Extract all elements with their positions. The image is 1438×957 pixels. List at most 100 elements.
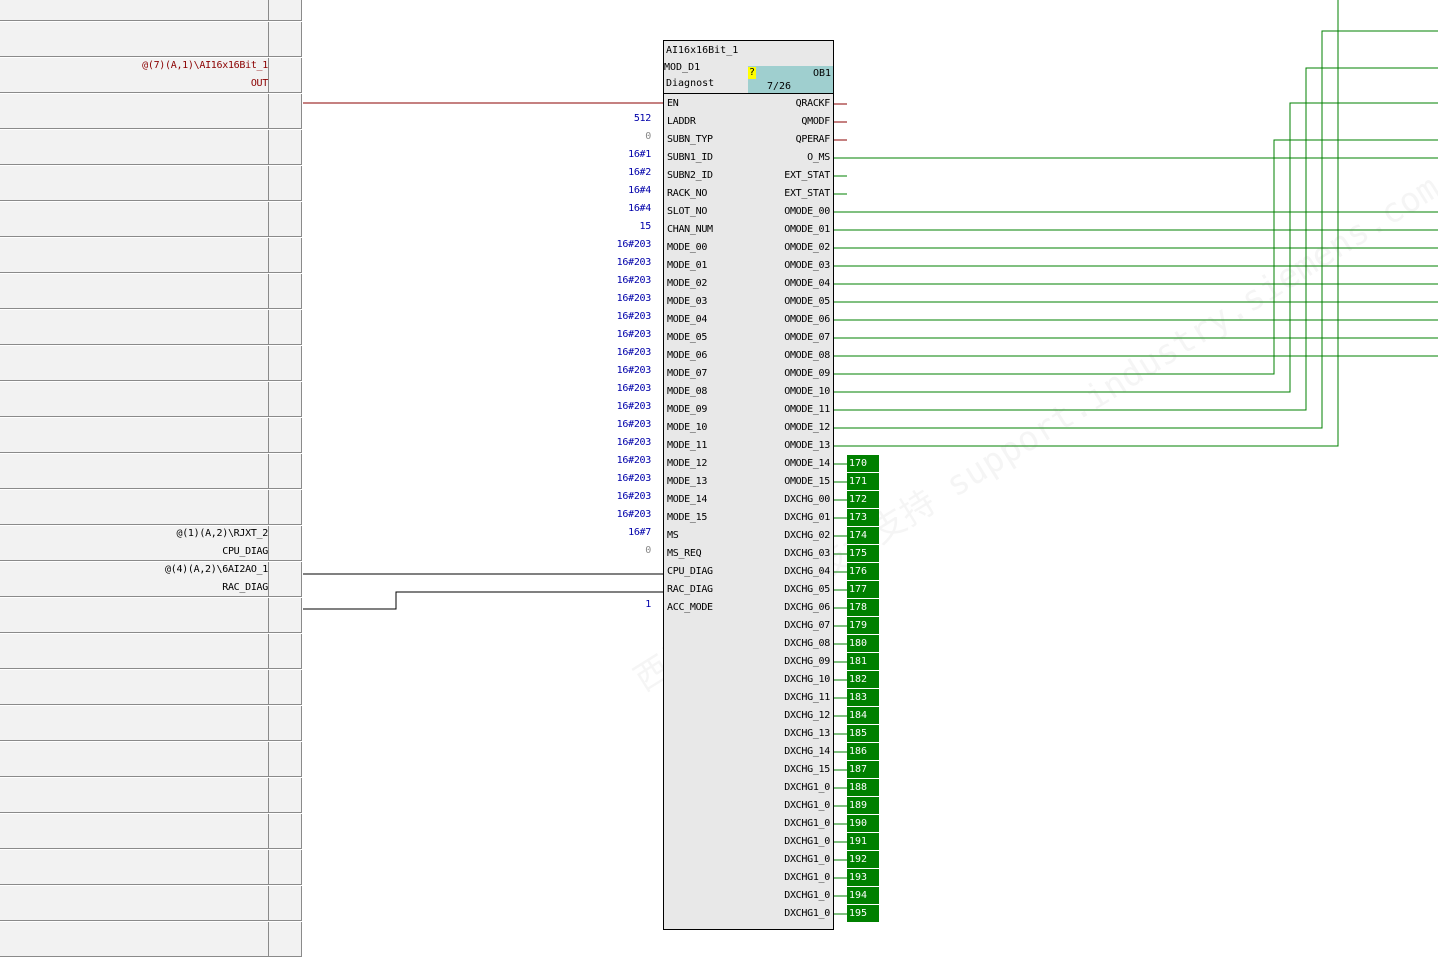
- input-value[interactable]: 1: [531, 599, 651, 610]
- input-value[interactable]: 512: [531, 113, 651, 124]
- input-pin-mode_00[interactable]: MODE_00: [667, 242, 707, 253]
- input-value[interactable]: 16#4: [531, 203, 651, 214]
- input-pin-ms[interactable]: MS: [667, 530, 679, 541]
- output-reference-box[interactable]: 184: [847, 707, 879, 724]
- input-pin-mode_11[interactable]: MODE_11: [667, 440, 707, 451]
- input-pin-mode_05[interactable]: MODE_05: [667, 332, 707, 343]
- input-value[interactable]: 16#203: [531, 365, 652, 376]
- output-pin-omode_08[interactable]: OMODE_08: [784, 350, 830, 361]
- output-pin-dxchg1_0[interactable]: DXCHG1_0: [784, 890, 830, 901]
- input-value[interactable]: 16#203: [531, 347, 652, 358]
- input-pin-en[interactable]: EN: [667, 98, 679, 109]
- output-reference-box[interactable]: 193: [847, 869, 879, 886]
- input-pin-cpu_diag[interactable]: CPU_DIAG: [667, 566, 713, 577]
- output-pin-dxchg_12[interactable]: DXCHG_12: [784, 710, 830, 721]
- input-value[interactable]: 16#203: [531, 293, 652, 304]
- output-pin-dxchg1_0[interactable]: DXCHG1_0: [784, 818, 830, 829]
- output-pin-omode_00[interactable]: OMODE_00: [784, 206, 830, 217]
- input-value[interactable]: 16#203: [531, 509, 652, 520]
- output-pin-dxchg_00[interactable]: DXCHG_00: [784, 494, 830, 505]
- output-pin-dxchg_13[interactable]: DXCHG_13: [784, 728, 830, 739]
- output-pin-dxchg_11[interactable]: DXCHG_11: [784, 692, 830, 703]
- input-pin-mode_04[interactable]: MODE_04: [667, 314, 707, 325]
- output-pin-omode_01[interactable]: OMODE_01: [784, 224, 830, 235]
- output-pin-dxchg_07[interactable]: DXCHG_07: [784, 620, 830, 631]
- output-reference-box[interactable]: 170: [847, 455, 879, 472]
- output-pin-dxchg_10[interactable]: DXCHG_10: [784, 674, 830, 685]
- output-reference-box[interactable]: 171: [847, 473, 879, 490]
- input-pin-mode_08[interactable]: MODE_08: [667, 386, 707, 397]
- input-value[interactable]: 16#203: [531, 437, 652, 448]
- input-value[interactable]: 0: [531, 545, 651, 556]
- output-reference-box[interactable]: 188: [847, 779, 879, 796]
- input-pin-chan_num[interactable]: CHAN_NUM: [667, 224, 713, 235]
- output-reference-box[interactable]: 189: [847, 797, 879, 814]
- input-pin-laddr[interactable]: LADDR: [667, 116, 696, 127]
- output-reference-box[interactable]: 183: [847, 689, 879, 706]
- output-pin-dxchg1_0[interactable]: DXCHG1_0: [784, 872, 830, 883]
- input-pin-mode_09[interactable]: MODE_09: [667, 404, 707, 415]
- input-value[interactable]: 16#203: [531, 275, 652, 286]
- output-reference-box[interactable]: 181: [847, 653, 879, 670]
- output-reference-box[interactable]: 173: [847, 509, 879, 526]
- output-pin-ext_stat[interactable]: EXT_STAT: [784, 188, 830, 199]
- input-pin-mode_13[interactable]: MODE_13: [667, 476, 707, 487]
- output-reference-box[interactable]: 190: [847, 815, 879, 832]
- output-pin-omode_11[interactable]: OMODE_11: [784, 404, 830, 415]
- output-reference-box[interactable]: 179: [847, 617, 879, 634]
- input-value[interactable]: 16#203: [531, 455, 652, 466]
- margin-row[interactable]: [0, 922, 302, 957]
- function-block[interactable]: AI16x16Bit_1 MOD_D1 Diagnost ? OB1 7/26 …: [663, 40, 834, 930]
- output-pin-dxchg1_0[interactable]: DXCHG1_0: [784, 836, 830, 847]
- output-pin-dxchg_15[interactable]: DXCHG_15: [784, 764, 830, 775]
- output-reference-box[interactable]: 191: [847, 833, 879, 850]
- input-pin-acc_mode[interactable]: ACC_MODE: [667, 602, 713, 613]
- input-value[interactable]: 16#203: [531, 257, 652, 268]
- output-pin-dxchg_01[interactable]: DXCHG_01: [784, 512, 830, 523]
- output-pin-omode_12[interactable]: OMODE_12: [784, 422, 830, 433]
- input-value[interactable]: 16#203: [531, 239, 652, 250]
- output-pin-omode_06[interactable]: OMODE_06: [784, 314, 830, 325]
- output-reference-box[interactable]: 175: [847, 545, 879, 562]
- output-pin-o_ms[interactable]: O_MS: [807, 152, 830, 163]
- output-pin-qrackf[interactable]: QRACKF: [796, 98, 831, 109]
- output-pin-omode_04[interactable]: OMODE_04: [784, 278, 830, 289]
- input-pin-mode_02[interactable]: MODE_02: [667, 278, 707, 289]
- output-pin-dxchg_02[interactable]: DXCHG_02: [784, 530, 830, 541]
- output-pin-ext_stat[interactable]: EXT_STAT: [784, 170, 830, 181]
- output-reference-box[interactable]: 176: [847, 563, 879, 580]
- output-pin-dxchg_05[interactable]: DXCHG_05: [784, 584, 830, 595]
- output-pin-dxchg_14[interactable]: DXCHG_14: [784, 746, 830, 757]
- output-pin-dxchg1_0[interactable]: DXCHG1_0: [784, 800, 830, 811]
- output-pin-omode_03[interactable]: OMODE_03: [784, 260, 830, 271]
- input-pin-mode_15[interactable]: MODE_15: [667, 512, 707, 523]
- input-value[interactable]: 15: [531, 221, 652, 232]
- output-reference-box[interactable]: 187: [847, 761, 879, 778]
- input-value[interactable]: 16#203: [531, 473, 652, 484]
- output-pin-omode_07[interactable]: OMODE_07: [784, 332, 830, 343]
- output-pin-dxchg1_0[interactable]: DXCHG1_0: [784, 854, 830, 865]
- input-value[interactable]: 16#203: [531, 419, 652, 430]
- ob-assignment[interactable]: ? OB1 7/26: [748, 66, 833, 93]
- input-pin-mode_10[interactable]: MODE_10: [667, 422, 707, 433]
- output-reference-box[interactable]: 172: [847, 491, 879, 508]
- output-reference-box[interactable]: 178: [847, 599, 879, 616]
- output-reference-box[interactable]: 182: [847, 671, 879, 688]
- input-pin-mode_01[interactable]: MODE_01: [667, 260, 707, 271]
- output-reference-box[interactable]: 195: [847, 905, 879, 922]
- output-pin-omode_14[interactable]: OMODE_14: [784, 458, 830, 469]
- output-pin-dxchg_03[interactable]: DXCHG_03: [784, 548, 830, 559]
- output-pin-omode_10[interactable]: OMODE_10: [784, 386, 830, 397]
- input-pin-slot_no[interactable]: SLOT_NO: [667, 206, 707, 217]
- output-pin-omode_09[interactable]: OMODE_09: [784, 368, 830, 379]
- output-reference-box[interactable]: 186: [847, 743, 879, 760]
- input-pin-mode_12[interactable]: MODE_12: [667, 458, 707, 469]
- input-value[interactable]: 0: [531, 131, 651, 142]
- output-pin-dxchg_06[interactable]: DXCHG_06: [784, 602, 830, 613]
- output-pin-qmodf[interactable]: QMODF: [801, 116, 830, 127]
- output-reference-box[interactable]: 192: [847, 851, 879, 868]
- output-pin-omode_02[interactable]: OMODE_02: [784, 242, 830, 253]
- output-reference-box[interactable]: 194: [847, 887, 879, 904]
- output-pin-dxchg_09[interactable]: DXCHG_09: [784, 656, 830, 667]
- output-pin-dxchg_04[interactable]: DXCHG_04: [784, 566, 830, 577]
